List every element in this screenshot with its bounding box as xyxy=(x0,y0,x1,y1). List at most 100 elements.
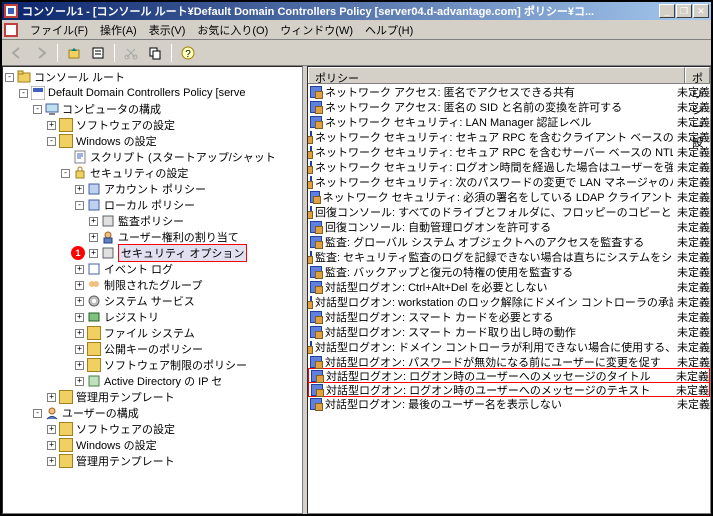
properties-button[interactable] xyxy=(87,42,109,64)
tree-label[interactable]: Windows の設定 xyxy=(76,437,157,453)
tree-label[interactable]: Windows の設定 xyxy=(76,133,157,149)
menu-window[interactable]: ウィンドウ(W) xyxy=(274,20,359,40)
tree-label-selected[interactable]: セキュリティ オプション xyxy=(118,244,247,262)
list-row[interactable]: ネットワーク セキュリティ: 次のパスワードの変更で LAN マネージャのハッ.… xyxy=(308,174,710,189)
list-row[interactable]: 対話型ログオン: 最後のユーザー名を表示しない未定義 xyxy=(308,396,710,411)
expand-toggle[interactable]: + xyxy=(47,441,56,450)
computer-icon xyxy=(45,102,59,116)
back-button[interactable] xyxy=(6,42,28,64)
expand-toggle[interactable]: + xyxy=(75,329,84,338)
list-row[interactable]: ネットワーク セキュリティ: ログオン時間を経過した場合はユーザーを強制...未… xyxy=(308,159,710,174)
policy-setting: 未定義 xyxy=(673,84,710,100)
tree-label[interactable]: レジストリ xyxy=(104,309,159,325)
list-row[interactable]: 対話型ログオン: ドメイン コントローラが利用できない場合に使用する、...未定… xyxy=(308,339,710,354)
list-row[interactable]: 対話型ログオン: スマート カード取り出し時の動作未定義 xyxy=(308,324,710,339)
tree-label[interactable]: 制限されたグループ xyxy=(104,277,202,293)
list-row[interactable]: 対話型ログオン: Ctrl+Alt+Del を必要としない未定義 xyxy=(308,279,710,294)
expand-toggle[interactable]: + xyxy=(47,393,56,402)
tree-label[interactable]: Active Directory の IP セ xyxy=(104,373,222,389)
list-row[interactable]: ネットワーク セキュリティ: 必須の署名をしている LDAP クライアント未定義 xyxy=(308,189,710,204)
tree-label[interactable]: コンピュータの構成 xyxy=(62,101,161,117)
forward-button[interactable] xyxy=(30,42,52,64)
cut-button[interactable] xyxy=(120,42,142,64)
expand-toggle[interactable]: + xyxy=(75,361,84,370)
list-row[interactable]: 回復コンソール: 自動管理ログオンを許可する未定義 xyxy=(308,219,710,234)
close-button[interactable]: ✕ xyxy=(693,4,709,18)
expand-toggle[interactable]: + xyxy=(75,185,84,194)
policy-setting: 未定義 xyxy=(673,129,710,145)
expand-toggle[interactable]: + xyxy=(47,457,56,466)
list-row[interactable]: ネットワーク セキュリティ: セキュア RPC を含むクライアント ベースの N… xyxy=(308,129,710,144)
tree-label[interactable]: ローカル ポリシー xyxy=(104,197,195,213)
tree-label[interactable]: システム サービス xyxy=(104,293,195,309)
tree-label[interactable]: ユーザー権利の割り当て xyxy=(118,229,239,245)
expand-toggle[interactable]: - xyxy=(61,169,70,178)
list-row[interactable]: ネットワーク アクセス: 匿名でアクセスできる共有未定義 xyxy=(308,84,710,99)
expand-toggle[interactable]: + xyxy=(75,313,84,322)
expand-toggle[interactable]: + xyxy=(89,249,98,258)
minimize-button[interactable]: _ xyxy=(659,4,675,18)
menu-view[interactable]: 表示(V) xyxy=(143,20,192,40)
expand-toggle[interactable]: + xyxy=(75,377,84,386)
list-body[interactable]: 2 3 ネットワーク アクセス: 匿名でアクセスできる共有未定義ネットワーク ア… xyxy=(308,84,710,513)
tree-label[interactable]: 公開キーのポリシー xyxy=(104,341,203,357)
expand-toggle[interactable]: - xyxy=(75,201,84,210)
list-row[interactable]: ネットワーク セキュリティ: セキュア RPC を含むサーバー ベースの NTL… xyxy=(308,144,710,159)
policy-item-icon xyxy=(310,326,322,338)
tree-pane[interactable]: -コンソール ルート -Default Domain Controllers P… xyxy=(2,66,303,514)
maximize-button[interactable]: ❐ xyxy=(676,4,692,18)
expand-toggle[interactable]: + xyxy=(47,425,56,434)
tree-label[interactable]: コンソール ルート xyxy=(34,69,125,85)
tree-label[interactable]: 管理用テンプレート xyxy=(76,453,175,469)
tree-label[interactable]: Default Domain Controllers Policy [serve xyxy=(48,87,245,99)
expand-toggle[interactable]: + xyxy=(75,297,84,306)
menu-file[interactable]: ファイル(F) xyxy=(24,20,94,40)
tree-label[interactable]: セキュリティの設定 xyxy=(90,165,188,181)
expand-toggle[interactable]: + xyxy=(89,233,98,242)
tree-label[interactable]: ソフトウェア制限のポリシー xyxy=(104,357,247,373)
col-policy[interactable]: ポリシー xyxy=(308,67,685,83)
expand-toggle[interactable]: + xyxy=(75,281,84,290)
folder-icon xyxy=(59,390,73,404)
policy-name: 対話型ログオン: workstation のロック解除にドメイン コントローラの… xyxy=(308,294,673,310)
policy-setting: 未定義 xyxy=(673,264,710,280)
expand-toggle[interactable]: - xyxy=(33,409,42,418)
menu-help[interactable]: ヘルプ(H) xyxy=(359,20,419,40)
tree-label[interactable]: ファイル システム xyxy=(104,325,195,341)
up-button[interactable] xyxy=(63,42,85,64)
list-row[interactable]: 対話型ログオン: workstation のロック解除にドメイン コントローラの… xyxy=(308,294,710,309)
list-row[interactable]: ネットワーク セキュリティ: LAN Manager 認証レベル未定義 xyxy=(308,114,710,129)
copy-button[interactable] xyxy=(144,42,166,64)
list-row[interactable]: 監査: グローバル システム オブジェクトへのアクセスを監査する未定義 xyxy=(308,234,710,249)
col-setting[interactable]: ポリシー設 xyxy=(685,67,710,83)
tree-label[interactable]: スクリプト (スタートアップ/シャット xyxy=(90,149,276,165)
policy-name: 対話型ログオン: Ctrl+Alt+Del を必要としない xyxy=(308,279,673,295)
expand-toggle[interactable]: - xyxy=(5,73,14,82)
tree-label[interactable]: 管理用テンプレート xyxy=(76,389,175,405)
list-row[interactable]: 対話型ログオン: スマート カードを必要とする未定義 xyxy=(308,309,710,324)
tree-label[interactable]: イベント ログ xyxy=(104,261,173,277)
expand-toggle[interactable]: + xyxy=(47,121,56,130)
menu-action[interactable]: 操作(A) xyxy=(94,20,143,40)
policy-name: ネットワーク アクセス: 匿名でアクセスできる共有 xyxy=(308,84,673,100)
expand-toggle[interactable]: - xyxy=(19,89,28,98)
list-row[interactable]: 監査: バックアップと復元の特権の使用を監査する未定義 xyxy=(308,264,710,279)
menu-favorites[interactable]: お気に入り(O) xyxy=(191,20,274,40)
list-row[interactable]: 監査: セキュリティ監査のログを記録できない場合は直ちにシステムをシ...未定義 xyxy=(308,249,710,264)
expand-toggle[interactable]: + xyxy=(89,217,98,226)
ipsec-icon xyxy=(87,374,101,388)
list-row[interactable]: ネットワーク アクセス: 匿名の SID と名前の変換を許可する未定義 xyxy=(308,99,710,114)
expand-toggle[interactable]: - xyxy=(33,105,42,114)
tree-label[interactable]: ユーザーの構成 xyxy=(62,405,139,421)
tree-label[interactable]: 監査ポリシー xyxy=(118,213,184,229)
tree-label[interactable]: ソフトウェアの設定 xyxy=(76,117,175,133)
help-button[interactable]: ? xyxy=(177,42,199,64)
expand-toggle[interactable]: + xyxy=(75,265,84,274)
tree-label[interactable]: ソフトウェアの設定 xyxy=(76,421,175,437)
window-title: コンソール1 - [コンソール ルート¥Default Domain Contr… xyxy=(22,3,659,19)
expand-toggle[interactable]: - xyxy=(47,137,56,146)
tree-label[interactable]: アカウント ポリシー xyxy=(104,181,206,197)
expand-toggle[interactable]: + xyxy=(75,345,84,354)
list-row[interactable]: 回復コンソール: すべてのドライブとフォルダに、フロッピーのコピーとアクセ...… xyxy=(308,204,710,219)
script-icon xyxy=(73,150,87,164)
